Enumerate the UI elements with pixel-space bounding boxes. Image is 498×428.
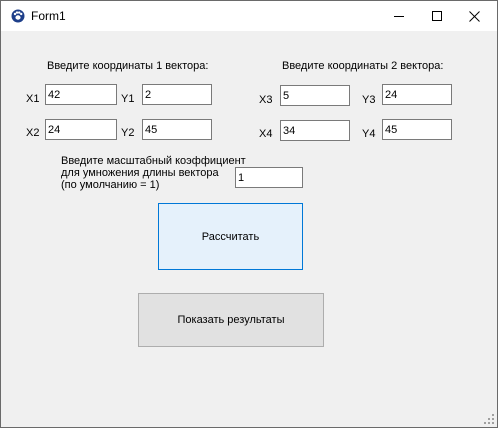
x4-input[interactable] (280, 120, 350, 141)
y2-label: Y2 (121, 127, 135, 139)
y3-label: Y3 (362, 94, 376, 106)
minimize-button[interactable] (382, 1, 416, 31)
maximize-icon (432, 11, 442, 21)
y1-input[interactable] (142, 84, 212, 105)
vector2-heading: Введите координаты 2 вектора: (282, 60, 444, 72)
maximize-button[interactable] (420, 1, 454, 31)
app-icon[interactable] (11, 9, 25, 23)
x1-input[interactable] (45, 84, 117, 105)
form-window: Form1 Введите координаты 1 вектора: X1 Y… (0, 0, 498, 428)
resize-grip-icon[interactable] (483, 413, 495, 425)
x3-label: X3 (259, 94, 273, 106)
scale-input[interactable] (235, 167, 303, 188)
show-results-button-label: Показать результаты (177, 314, 285, 326)
x3-input[interactable] (280, 85, 350, 106)
window-title: Form1 (31, 9, 66, 23)
close-button[interactable] (457, 1, 491, 31)
y2-input[interactable] (142, 119, 212, 140)
close-icon (468, 10, 480, 22)
scale-label: Введите масштабный коэффициент для умнож… (61, 155, 246, 191)
y4-label: Y4 (362, 128, 376, 140)
minimize-icon (394, 16, 404, 17)
y4-input[interactable] (382, 119, 452, 140)
y3-input[interactable] (382, 84, 452, 105)
x2-label: X2 (26, 127, 40, 139)
y1-label: Y1 (121, 93, 135, 105)
x1-label: X1 (26, 93, 40, 105)
vector1-heading: Введите координаты 1 вектора: (47, 60, 209, 72)
show-results-button[interactable]: Показать результаты (138, 293, 324, 347)
calculate-button-label: Рассчитать (201, 230, 260, 243)
x4-label: X4 (259, 128, 273, 140)
title-bar[interactable]: Form1 (1, 1, 497, 31)
form-client-area: Введите координаты 1 вектора: X1 Y1 X2 Y… (1, 31, 497, 427)
x2-input[interactable] (45, 119, 117, 140)
calculate-button[interactable]: Рассчитать (158, 203, 303, 270)
